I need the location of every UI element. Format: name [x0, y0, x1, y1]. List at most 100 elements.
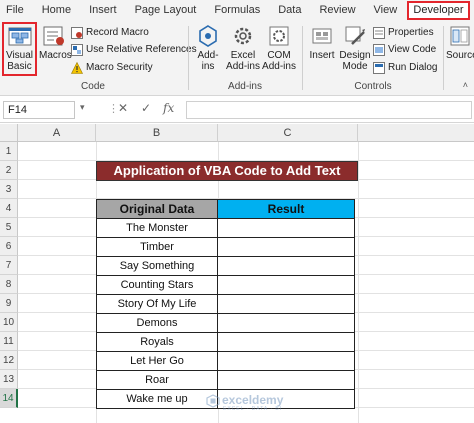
row-header-7[interactable]: 7 [0, 256, 18, 275]
result-cell[interactable] [217, 275, 355, 295]
row-header-6[interactable]: 6 [0, 237, 18, 256]
result-cell[interactable] [217, 256, 355, 276]
result-cell[interactable] [217, 351, 355, 371]
column-header-a[interactable]: A [18, 124, 96, 142]
gear-icon [234, 27, 252, 45]
tab-file[interactable]: File [0, 0, 33, 20]
header-original-data[interactable]: Original Data [96, 199, 218, 219]
run-dialog-label: Run Dialog [388, 62, 438, 73]
original-data-cell[interactable]: Let Her Go [96, 351, 218, 371]
insert-function-icon[interactable]: fx [163, 101, 174, 115]
row-header-2[interactable]: 2 [0, 161, 18, 180]
toolbox-icon [312, 28, 332, 44]
original-data-cell[interactable]: Say Something [96, 256, 218, 276]
row-header-4[interactable]: 4 [0, 199, 18, 218]
ribbon-collapse-icon[interactable]: ˄ [463, 80, 468, 90]
tab-insert[interactable]: Insert [80, 0, 126, 20]
group-label-addins: Add-ins [228, 81, 262, 92]
xml-source-button[interactable]: Source [446, 24, 474, 61]
row-header-12[interactable]: 12 [0, 351, 18, 370]
row-header-11[interactable]: 11 [0, 332, 18, 351]
row-header-5[interactable]: 5 [0, 218, 18, 237]
group-label-controls: Controls [354, 81, 392, 92]
original-data-cell[interactable]: Story Of My Life [96, 294, 218, 314]
design-mode-button[interactable]: Design Mode [339, 24, 371, 72]
view-code-icon [373, 43, 385, 56]
run-dialog-icon [373, 61, 385, 74]
row-header-1[interactable]: 1 [0, 142, 18, 161]
select-all-corner[interactable] [0, 124, 18, 142]
original-data-cell[interactable]: Wake me up [96, 389, 218, 409]
ribbon-developer: Visual Basic Macros Record Macro Use Rel… [0, 20, 474, 96]
gridline [358, 142, 359, 423]
warning-icon [71, 61, 83, 74]
macros-icon [43, 26, 64, 46]
relative-references-icon [71, 43, 83, 56]
exceldemy-watermark: exceldemy EXCEL · DATA · BI [206, 392, 298, 414]
result-cell[interactable] [217, 218, 355, 238]
tab-developer[interactable]: Developer [407, 1, 470, 20]
ribbon-tabs: File Home Insert Page Layout Formulas Da… [0, 0, 474, 20]
chevron-down-icon[interactable]: ▾ [80, 102, 85, 113]
name-box[interactable]: F14 [3, 101, 75, 119]
row-header-10[interactable]: 10 [0, 313, 18, 332]
watermark-tagline: EXCEL · DATA · BI [223, 406, 283, 412]
row-header-9[interactable]: 9 [0, 294, 18, 313]
insert-control-button[interactable]: Insert [307, 24, 337, 61]
properties-icon [373, 26, 385, 39]
tab-home[interactable]: Home [33, 0, 80, 20]
watermark-name: exceldemy [222, 393, 284, 407]
original-data-cell[interactable]: Demons [96, 313, 218, 333]
properties-label: Properties [388, 27, 434, 38]
com-addins-label: COM Add-ins [262, 50, 296, 72]
column-header-d[interactable] [358, 124, 474, 142]
result-cell[interactable] [217, 294, 355, 314]
original-data-cell[interactable]: Royals [96, 332, 218, 352]
addins-icon [199, 25, 217, 47]
sheet-title-cell[interactable]: Application of VBA Code to Add Text [96, 161, 358, 181]
cancel-icon[interactable]: ✕ [118, 101, 128, 115]
tab-view[interactable]: View [365, 0, 407, 20]
original-data-cell[interactable]: Counting Stars [96, 275, 218, 295]
column-header-b[interactable]: B [96, 124, 218, 142]
group-separator [443, 26, 444, 90]
result-cell[interactable] [217, 370, 355, 390]
record-macro-label: Record Macro [86, 27, 149, 38]
macro-security-label: Macro Security [86, 62, 153, 73]
original-data-cell[interactable]: The Monster [96, 218, 218, 238]
original-data-cell[interactable]: Timber [96, 237, 218, 257]
group-label-code: Code [81, 81, 105, 92]
column-header-c[interactable]: C [218, 124, 358, 142]
record-macro-icon [71, 26, 83, 39]
use-relative-references-button[interactable]: Use Relative References [71, 42, 197, 57]
row-header-14[interactable]: 14 [0, 389, 18, 408]
header-result[interactable]: Result [217, 199, 355, 219]
macro-security-button[interactable]: Macro Security [71, 60, 153, 75]
run-dialog-button[interactable]: Run Dialog [373, 60, 437, 75]
tab-page-layout[interactable]: Page Layout [126, 0, 206, 20]
record-macro-button[interactable]: Record Macro [71, 25, 149, 40]
excel-addins-label: Excel Add-ins [226, 50, 260, 72]
properties-button[interactable]: Properties [373, 25, 434, 40]
row-header-8[interactable]: 8 [0, 275, 18, 294]
visual-basic-button[interactable]: Visual Basic [4, 24, 35, 72]
use-relative-references-label: Use Relative References [86, 44, 197, 55]
row-header-13[interactable]: 13 [0, 370, 18, 389]
enter-icon[interactable]: ✓ [141, 101, 151, 115]
result-cell[interactable] [217, 237, 355, 257]
tab-data[interactable]: Data [269, 0, 310, 20]
exceldemy-logo-icon [206, 394, 220, 408]
addins-button[interactable]: Add-ins [193, 24, 223, 72]
excel-addins-button[interactable]: Excel Add-ins [226, 24, 260, 72]
row-header-3[interactable]: 3 [0, 180, 18, 199]
result-cell[interactable] [217, 332, 355, 352]
tab-formulas[interactable]: Formulas [205, 0, 269, 20]
com-addins-button[interactable]: COM Add-ins [262, 24, 296, 72]
original-data-cell[interactable]: Roar [96, 370, 218, 390]
view-code-button[interactable]: View Code [373, 42, 436, 57]
result-cell[interactable] [217, 313, 355, 333]
macros-button[interactable]: Macros [39, 24, 72, 61]
formula-bar: F14 ▾ ⋮ ✕ ✓ fx [0, 97, 474, 123]
formula-input[interactable] [186, 101, 472, 119]
tab-review[interactable]: Review [310, 0, 364, 20]
